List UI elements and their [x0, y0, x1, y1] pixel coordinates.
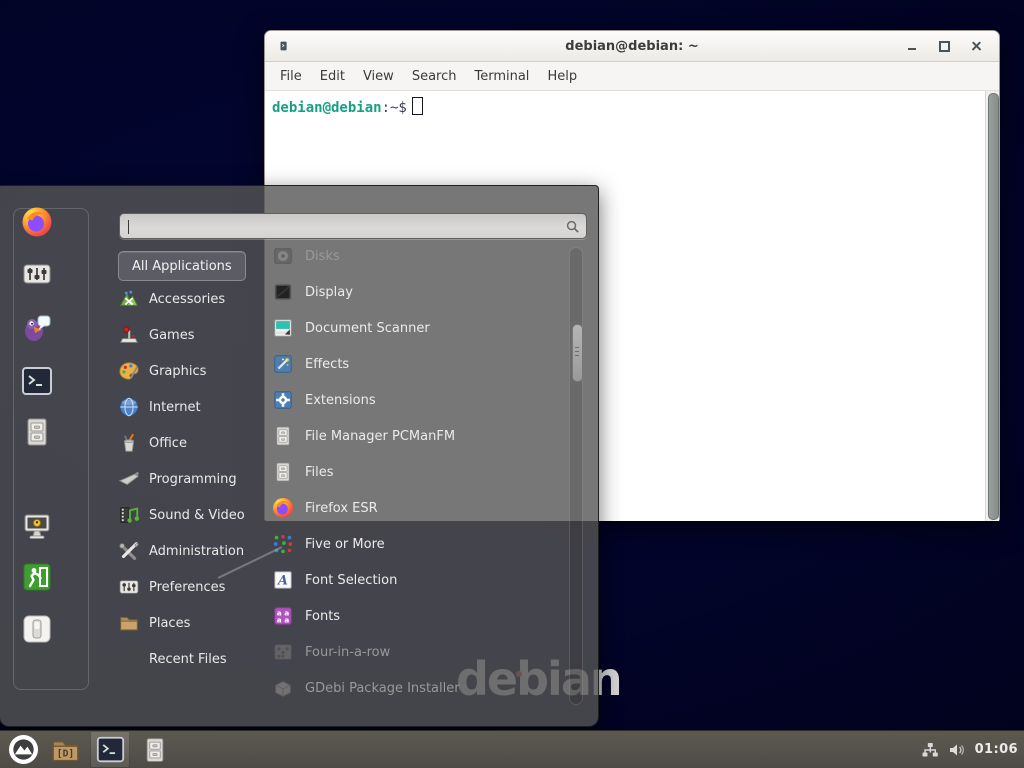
volume-icon[interactable]	[948, 741, 966, 759]
category-internet[interactable]: Internet	[112, 389, 264, 425]
app-five-or-more[interactable]: Five or More	[272, 526, 564, 562]
category-sound-video[interactable]: Sound & Video	[112, 497, 264, 533]
accessories-icon	[118, 288, 140, 310]
graphics-icon	[118, 360, 140, 382]
show-desktop-folder-button[interactable]: [D]	[48, 733, 82, 767]
five-or-more-icon	[272, 533, 294, 555]
menu-terminal[interactable]: Terminal	[465, 64, 538, 89]
applications-scrollbar[interactable]	[569, 247, 583, 705]
desktop-folder-icon: [D]	[50, 734, 81, 765]
search-caret	[128, 220, 129, 234]
font-selection-icon: A	[272, 569, 294, 591]
menu-help[interactable]: Help	[538, 64, 586, 89]
menu-edit[interactable]: Edit	[311, 64, 354, 89]
quit-button[interactable]	[21, 613, 53, 645]
prompt-suffix: :~$	[382, 100, 407, 116]
lock-screen-button[interactable]	[21, 510, 53, 542]
recent-files-spacer	[118, 648, 140, 670]
menu-button-icon	[8, 734, 39, 765]
menu-search-box	[119, 213, 587, 239]
category-places[interactable]: Places	[112, 605, 264, 641]
category-games[interactable]: Games	[112, 317, 264, 353]
firefox-icon	[272, 497, 294, 519]
app-disks[interactable]: Disks	[272, 238, 564, 274]
menu-button[interactable]	[6, 733, 40, 767]
menu-categories: All Applications Accessories Games Graph…	[112, 246, 264, 677]
app-fonts[interactable]: a aa a Fonts	[272, 598, 564, 634]
search-icon	[565, 219, 580, 234]
taskbar: [D] 01:06	[0, 730, 1024, 768]
terminal-icon	[96, 735, 125, 764]
document-scanner-icon	[272, 317, 294, 339]
log-out-button[interactable]	[21, 561, 53, 593]
category-accessories[interactable]: Accessories	[112, 281, 264, 317]
app-four-in-a-row[interactable]: Four-in-a-row	[272, 634, 564, 670]
app-gdebi-package-installer[interactable]: GDebi Package Installer	[272, 670, 564, 706]
four-in-a-row-icon	[272, 641, 294, 663]
category-graphics[interactable]: Graphics	[112, 353, 264, 389]
app-extensions[interactable]: Extensions	[272, 382, 564, 418]
category-all-applications[interactable]: All Applications	[118, 251, 246, 281]
favorite-firefox[interactable]	[21, 206, 53, 238]
clock[interactable]: 01:06	[975, 742, 1018, 757]
favorite-preferences[interactable]	[21, 258, 53, 290]
terminal-menubar: File Edit View Search Terminal Help	[265, 62, 999, 91]
app-firefox-esr[interactable]: Firefox ESR	[272, 490, 564, 526]
disks-icon	[272, 245, 294, 267]
desktop: debian debian@debian: ~ File Edit View S…	[0, 0, 1024, 768]
category-administration[interactable]: Administration	[112, 533, 264, 569]
fonts-icon: a aa a	[272, 605, 294, 627]
menu-search[interactable]: Search	[403, 64, 466, 89]
programming-icon	[118, 468, 140, 490]
search-input[interactable]	[120, 214, 565, 238]
terminal-scrollbar[interactable]	[985, 91, 999, 521]
app-file-manager-pcmanfm[interactable]: File Manager PCManFM	[272, 418, 564, 454]
gdebi-icon	[272, 677, 294, 699]
favorite-terminal[interactable]	[21, 365, 53, 397]
app-display[interactable]: Display	[272, 274, 564, 310]
menu-file[interactable]: File	[271, 64, 311, 89]
applications-menu: All Applications Accessories Games Graph…	[0, 185, 599, 727]
favorite-pidgin[interactable]	[21, 311, 53, 343]
svg-text:A: A	[277, 574, 288, 589]
window-title: debian@debian: ~	[265, 39, 999, 54]
internet-icon	[118, 396, 140, 418]
applications-scrollbar-thumb[interactable]	[572, 324, 583, 382]
category-preferences[interactable]: Preferences	[112, 569, 264, 605]
menu-applications-list: Disks Display Document Scanner Effects E…	[272, 238, 564, 706]
app-effects[interactable]: Effects	[272, 346, 564, 382]
svg-text:[D]: [D]	[56, 749, 73, 760]
file-cabinet-icon	[272, 425, 294, 447]
minimize-button[interactable]	[901, 37, 923, 55]
app-document-scanner[interactable]: Document Scanner	[272, 310, 564, 346]
app-files[interactable]: Files	[272, 454, 564, 490]
category-programming[interactable]: Programming	[112, 461, 264, 497]
file-cabinet-icon	[272, 461, 294, 483]
svg-text:a a: a a	[277, 615, 289, 624]
terminal-titlebar[interactable]: debian@debian: ~	[265, 31, 999, 62]
app-font-selection[interactable]: A Font Selection	[272, 562, 564, 598]
terminal-cursor	[412, 97, 423, 115]
close-button[interactable]	[965, 37, 987, 55]
network-icon[interactable]	[921, 741, 939, 759]
games-icon	[118, 324, 140, 346]
maximize-button[interactable]	[933, 37, 955, 55]
category-office[interactable]: Office	[112, 425, 264, 461]
prompt-user-host: debian@debian	[272, 100, 382, 116]
display-icon	[272, 281, 294, 303]
taskbar-terminal-button[interactable]	[90, 731, 130, 768]
extensions-icon	[272, 389, 294, 411]
preferences-icon	[118, 576, 140, 598]
sound-video-icon	[118, 504, 140, 526]
category-recent-files[interactable]: Recent Files	[112, 641, 264, 677]
administration-icon	[118, 540, 140, 562]
taskbar-file-manager-button[interactable]	[138, 733, 172, 767]
terminal-scrollbar-thumb[interactable]	[988, 93, 999, 520]
office-icon	[118, 432, 140, 454]
effects-icon	[272, 353, 294, 375]
places-icon	[118, 612, 140, 634]
menu-view[interactable]: View	[354, 64, 403, 89]
favorite-file-manager[interactable]	[21, 416, 53, 448]
file-cabinet-icon	[141, 736, 169, 764]
